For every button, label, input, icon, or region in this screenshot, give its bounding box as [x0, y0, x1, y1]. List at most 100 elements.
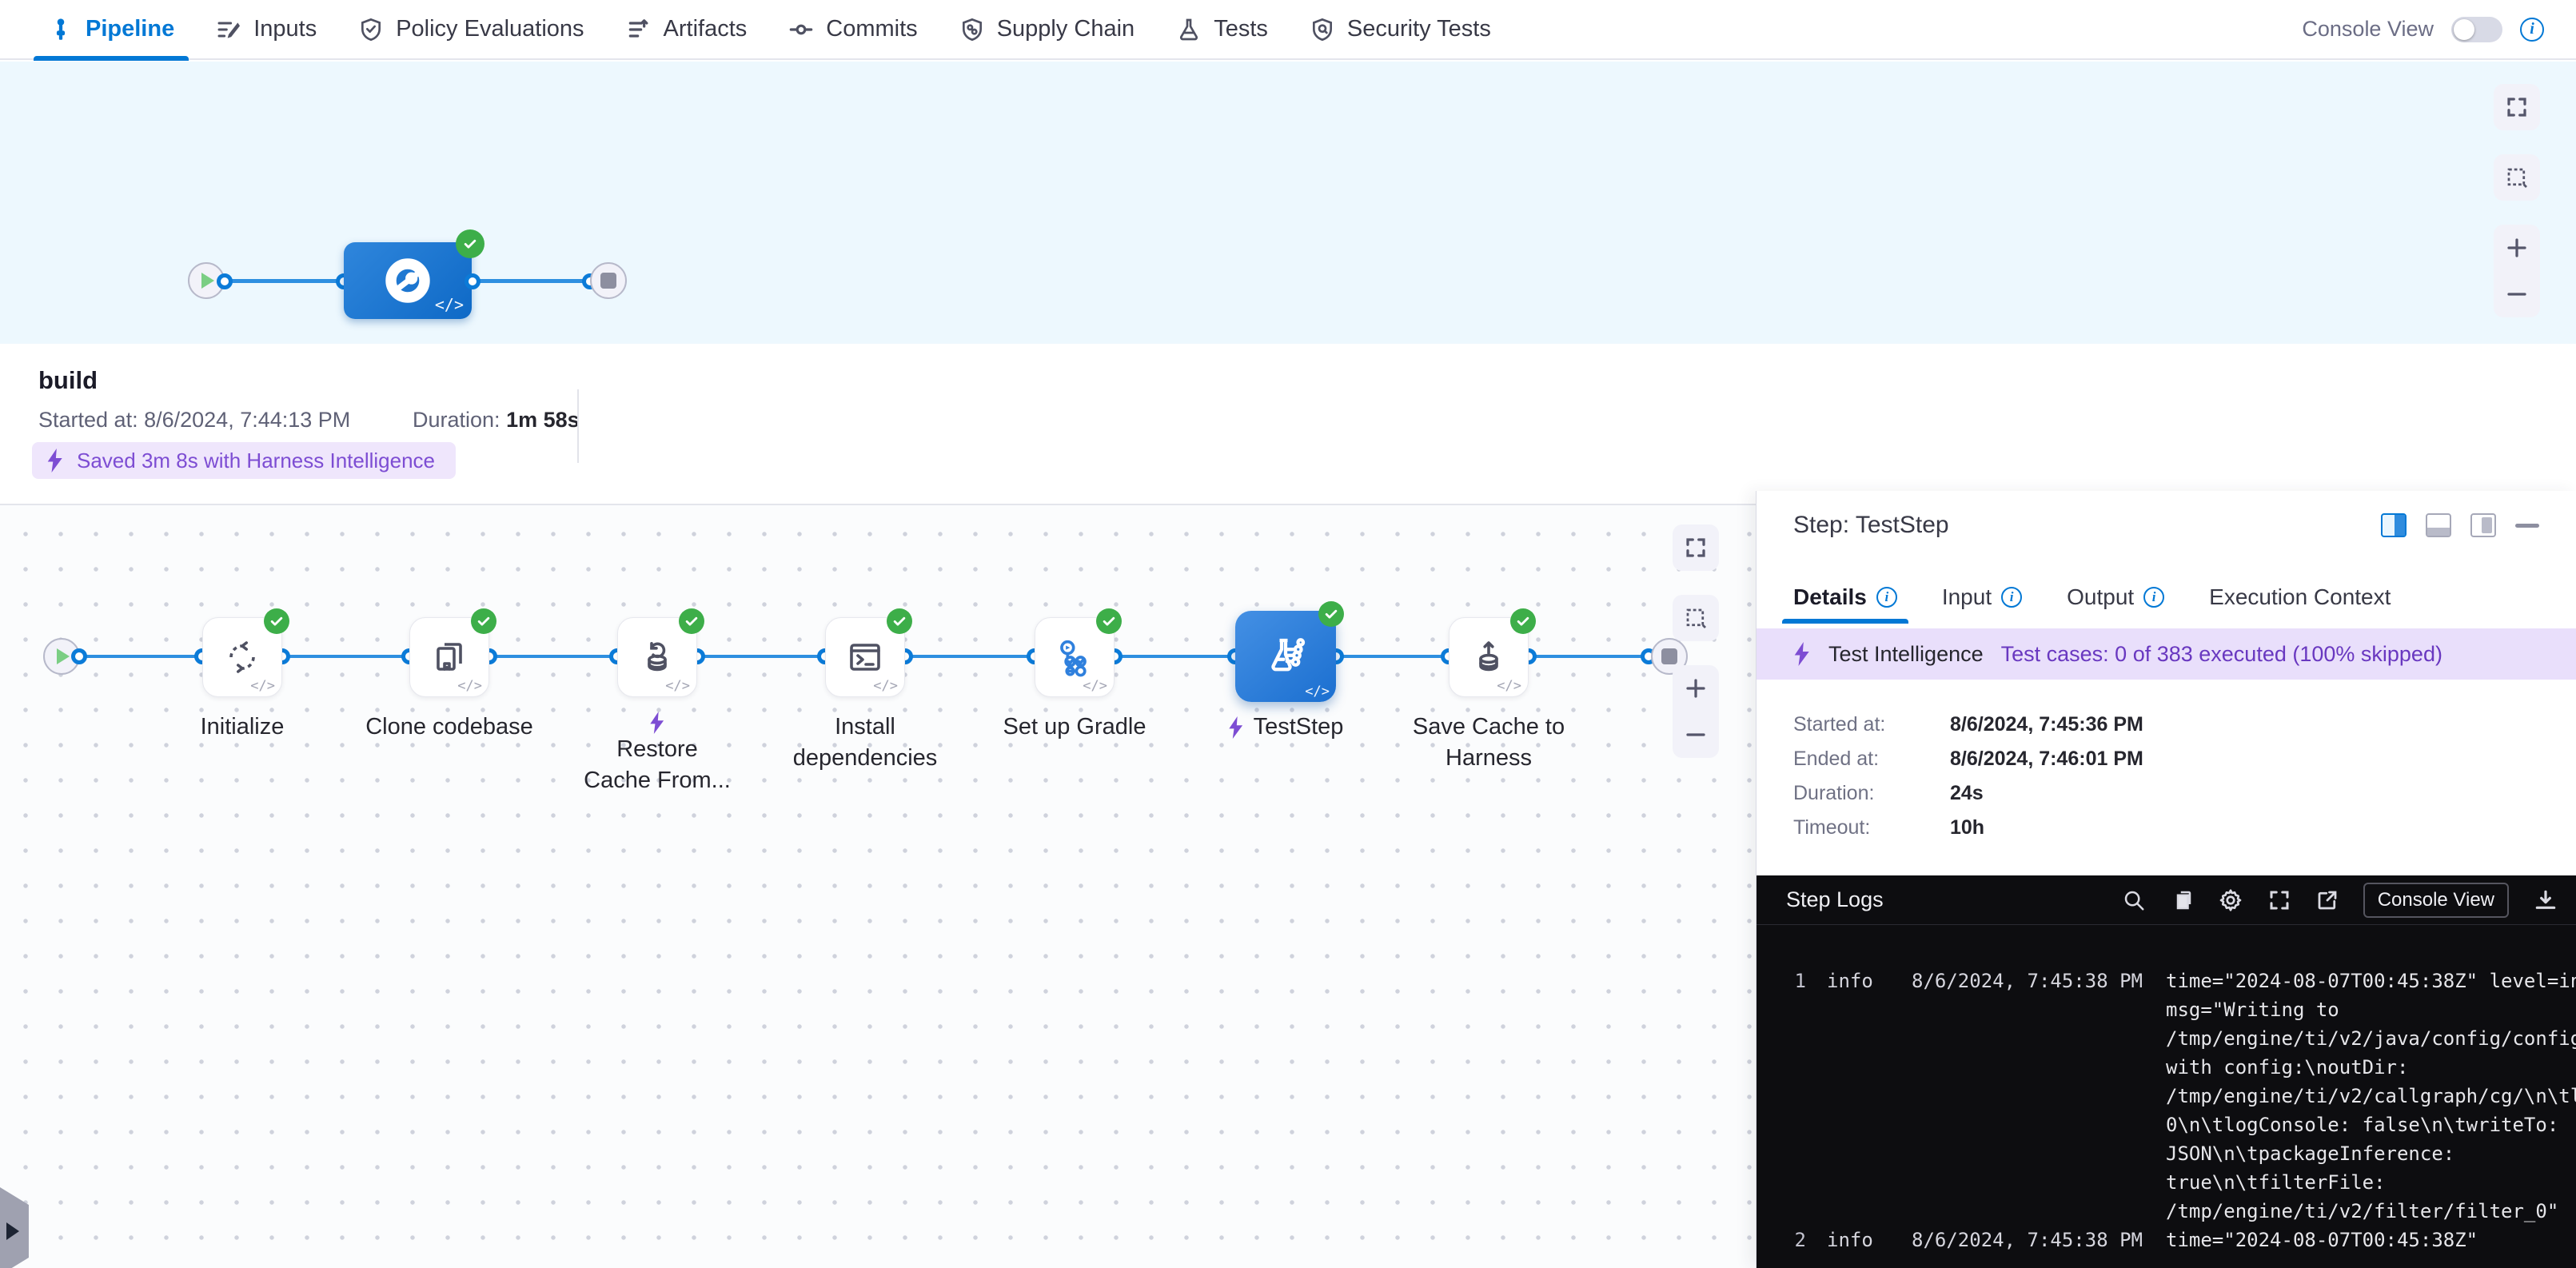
- marquee-select-button[interactable]: [2494, 154, 2540, 201]
- pipeline-icon: [48, 17, 74, 42]
- log-message-line: time="2024-08-07T00:45:38Z" level=info: [2166, 967, 2576, 995]
- step-label-restore-cache: Restore Cache From...: [581, 712, 733, 796]
- tab-tests[interactable]: Tests: [1176, 0, 1268, 59]
- log-output[interactable]: 1 info 8/6/2024, 7:45:38 PM time="2024-0…: [1757, 925, 2576, 1268]
- savings-badge-label: Saved 3m 8s with Harness Intelligence: [77, 449, 435, 473]
- stage-node-build[interactable]: </>: [344, 242, 472, 319]
- info-icon[interactable]: i: [2520, 18, 2544, 42]
- layout-bottom-icon[interactable]: [2426, 513, 2451, 537]
- log-level: info: [1827, 967, 1912, 1226]
- duration-value: 1m 58s: [506, 408, 580, 432]
- save-cache-icon: [1469, 638, 1508, 676]
- tab-inputs[interactable]: Inputs: [216, 0, 317, 59]
- log-message-line: /tmp/engine/ti/v2/java/config/config_0.: [2166, 1024, 2576, 1053]
- tab-execution-context[interactable]: Execution Context: [2209, 571, 2391, 624]
- stage-end-node[interactable]: [590, 262, 627, 299]
- tab-security-tests[interactable]: Security Tests: [1310, 0, 1491, 59]
- edge: [1529, 655, 1649, 658]
- restore-cache-icon: [638, 638, 676, 676]
- fullscreen-button[interactable]: [2494, 84, 2540, 130]
- test-intelligence-banner[interactable]: Test Intelligence Test cases: 0 of 383 e…: [1757, 628, 2576, 680]
- log-entry: 1 info 8/6/2024, 7:45:38 PM time="2024-0…: [1757, 967, 2576, 1226]
- ti-banner-title: Test Intelligence: [1828, 642, 1984, 667]
- step-logs-header: Step Logs Console View: [1757, 875, 2576, 925]
- lightning-bolt-icon: [46, 449, 64, 473]
- log-level: info: [1827, 1226, 1912, 1254]
- tab-label: Policy Evaluations: [396, 16, 584, 42]
- console-view-button[interactable]: Console View: [2363, 883, 2509, 918]
- tab-artifacts[interactable]: Artifacts: [626, 0, 748, 59]
- step-node-install-dependencies[interactable]: </>: [825, 617, 905, 697]
- layout-split-right-icon[interactable]: [2381, 513, 2407, 537]
- log-message-line: time="2024-08-07T00:45:38Z": [2166, 1226, 2478, 1254]
- stage-canvas-controls: [2494, 84, 2540, 317]
- terminal-icon: [846, 638, 884, 676]
- info-icon[interactable]: i: [1876, 587, 1897, 608]
- code-glyph-icon: </>: [873, 678, 898, 694]
- zoom-controls: [2494, 225, 2540, 317]
- step-panel-title: Step: TestStep: [1793, 512, 1949, 539]
- collapse-panel-button[interactable]: [2515, 524, 2539, 528]
- step-label-text: TestStep: [1254, 712, 1344, 743]
- detail-row-ended: Ended at: 8/6/2024, 7:46:01 PM: [1793, 748, 2143, 771]
- clone-codebase-icon: [430, 638, 469, 676]
- ti-banner-summary: Test cases: 0 of 383 executed (100% skip…: [2001, 642, 2442, 667]
- open-in-new-icon[interactable]: [2315, 888, 2339, 912]
- tab-label: Supply Chain: [997, 16, 1135, 42]
- step-node-initialize[interactable]: </>: [202, 617, 282, 697]
- step-node-save-cache[interactable]: </>: [1449, 617, 1529, 697]
- step-node-setup-gradle[interactable]: </>: [1035, 617, 1115, 697]
- tab-output[interactable]: Output i: [2067, 571, 2164, 624]
- stage-graph-canvas[interactable]: </> build: [0, 62, 2576, 344]
- tab-details[interactable]: Details i: [1793, 571, 1897, 624]
- step-node-teststep[interactable]: </>: [1235, 611, 1336, 702]
- zoom-in-button[interactable]: [1673, 665, 1719, 712]
- code-glyph-icon: </>: [665, 678, 690, 694]
- step-graph-canvas[interactable]: </> </> </> </>: [0, 504, 1756, 1268]
- search-icon[interactable]: [2122, 888, 2146, 912]
- test-intelligence-icon: [1262, 632, 1310, 680]
- fullscreen-button[interactable]: [1673, 524, 1719, 571]
- zoom-controls: [1673, 665, 1719, 758]
- tab-commits[interactable]: Commits: [788, 0, 917, 59]
- pipeline-execution-page: Pipeline Inputs Policy Evaluations Artif…: [0, 0, 2576, 1268]
- step-label-initialize: Initialize: [138, 712, 346, 743]
- layout-right-icon[interactable]: [2470, 513, 2496, 537]
- tab-supply-chain[interactable]: Supply Chain: [959, 0, 1135, 59]
- step-node-restore-cache[interactable]: </>: [617, 617, 697, 697]
- success-check-icon: [1318, 601, 1344, 627]
- info-icon[interactable]: i: [2001, 587, 2022, 608]
- detail-label: Timeout:: [1793, 816, 1950, 839]
- zoom-out-button[interactable]: [2494, 271, 2540, 317]
- artifacts-icon: [626, 17, 652, 42]
- tab-policy-evaluations[interactable]: Policy Evaluations: [358, 0, 584, 59]
- harness-intelligence-badge[interactable]: Saved 3m 8s with Harness Intelligence: [32, 442, 456, 479]
- step-logs-panel: Step Logs Console View 1 info 8/6/2024, …: [1757, 875, 2576, 1268]
- tab-input[interactable]: Input i: [1942, 571, 2022, 624]
- code-glyph-icon: </>: [1305, 684, 1330, 700]
- copy-icon[interactable]: [2170, 888, 2194, 912]
- step-label-setup-gradle: Set up Gradle: [971, 712, 1178, 743]
- marquee-select-button[interactable]: [1673, 595, 1719, 641]
- info-icon[interactable]: i: [2143, 587, 2164, 608]
- zoom-in-button[interactable]: [2494, 225, 2540, 271]
- download-icon[interactable]: [2533, 887, 2558, 913]
- tab-pipeline[interactable]: Pipeline: [48, 0, 174, 59]
- detail-label: Duration:: [1793, 782, 1950, 805]
- edge: [905, 655, 1035, 658]
- zoom-out-button[interactable]: [1673, 712, 1719, 758]
- log-message-line: msg="Writing to: [2166, 995, 2576, 1024]
- success-check-icon: [1096, 608, 1122, 634]
- gradle-dag-icon: [1054, 636, 1095, 678]
- step-panel-header: Step: TestStep: [1757, 491, 2576, 560]
- fullscreen-icon[interactable]: [2267, 888, 2291, 912]
- step-node-clone-codebase[interactable]: </>: [409, 617, 489, 697]
- shield-scan-icon: [1310, 17, 1335, 42]
- console-view-toggle[interactable]: [2451, 17, 2502, 42]
- nav-right-controls: Console View i: [2302, 17, 2544, 42]
- step-logs-toolbar: Console View: [2122, 883, 2558, 918]
- tab-label: Security Tests: [1347, 16, 1491, 42]
- settings-gear-icon[interactable]: [2218, 887, 2243, 913]
- toggle-knob: [2454, 19, 2474, 40]
- log-message-line: true\n\tfilterFile:: [2166, 1168, 2576, 1197]
